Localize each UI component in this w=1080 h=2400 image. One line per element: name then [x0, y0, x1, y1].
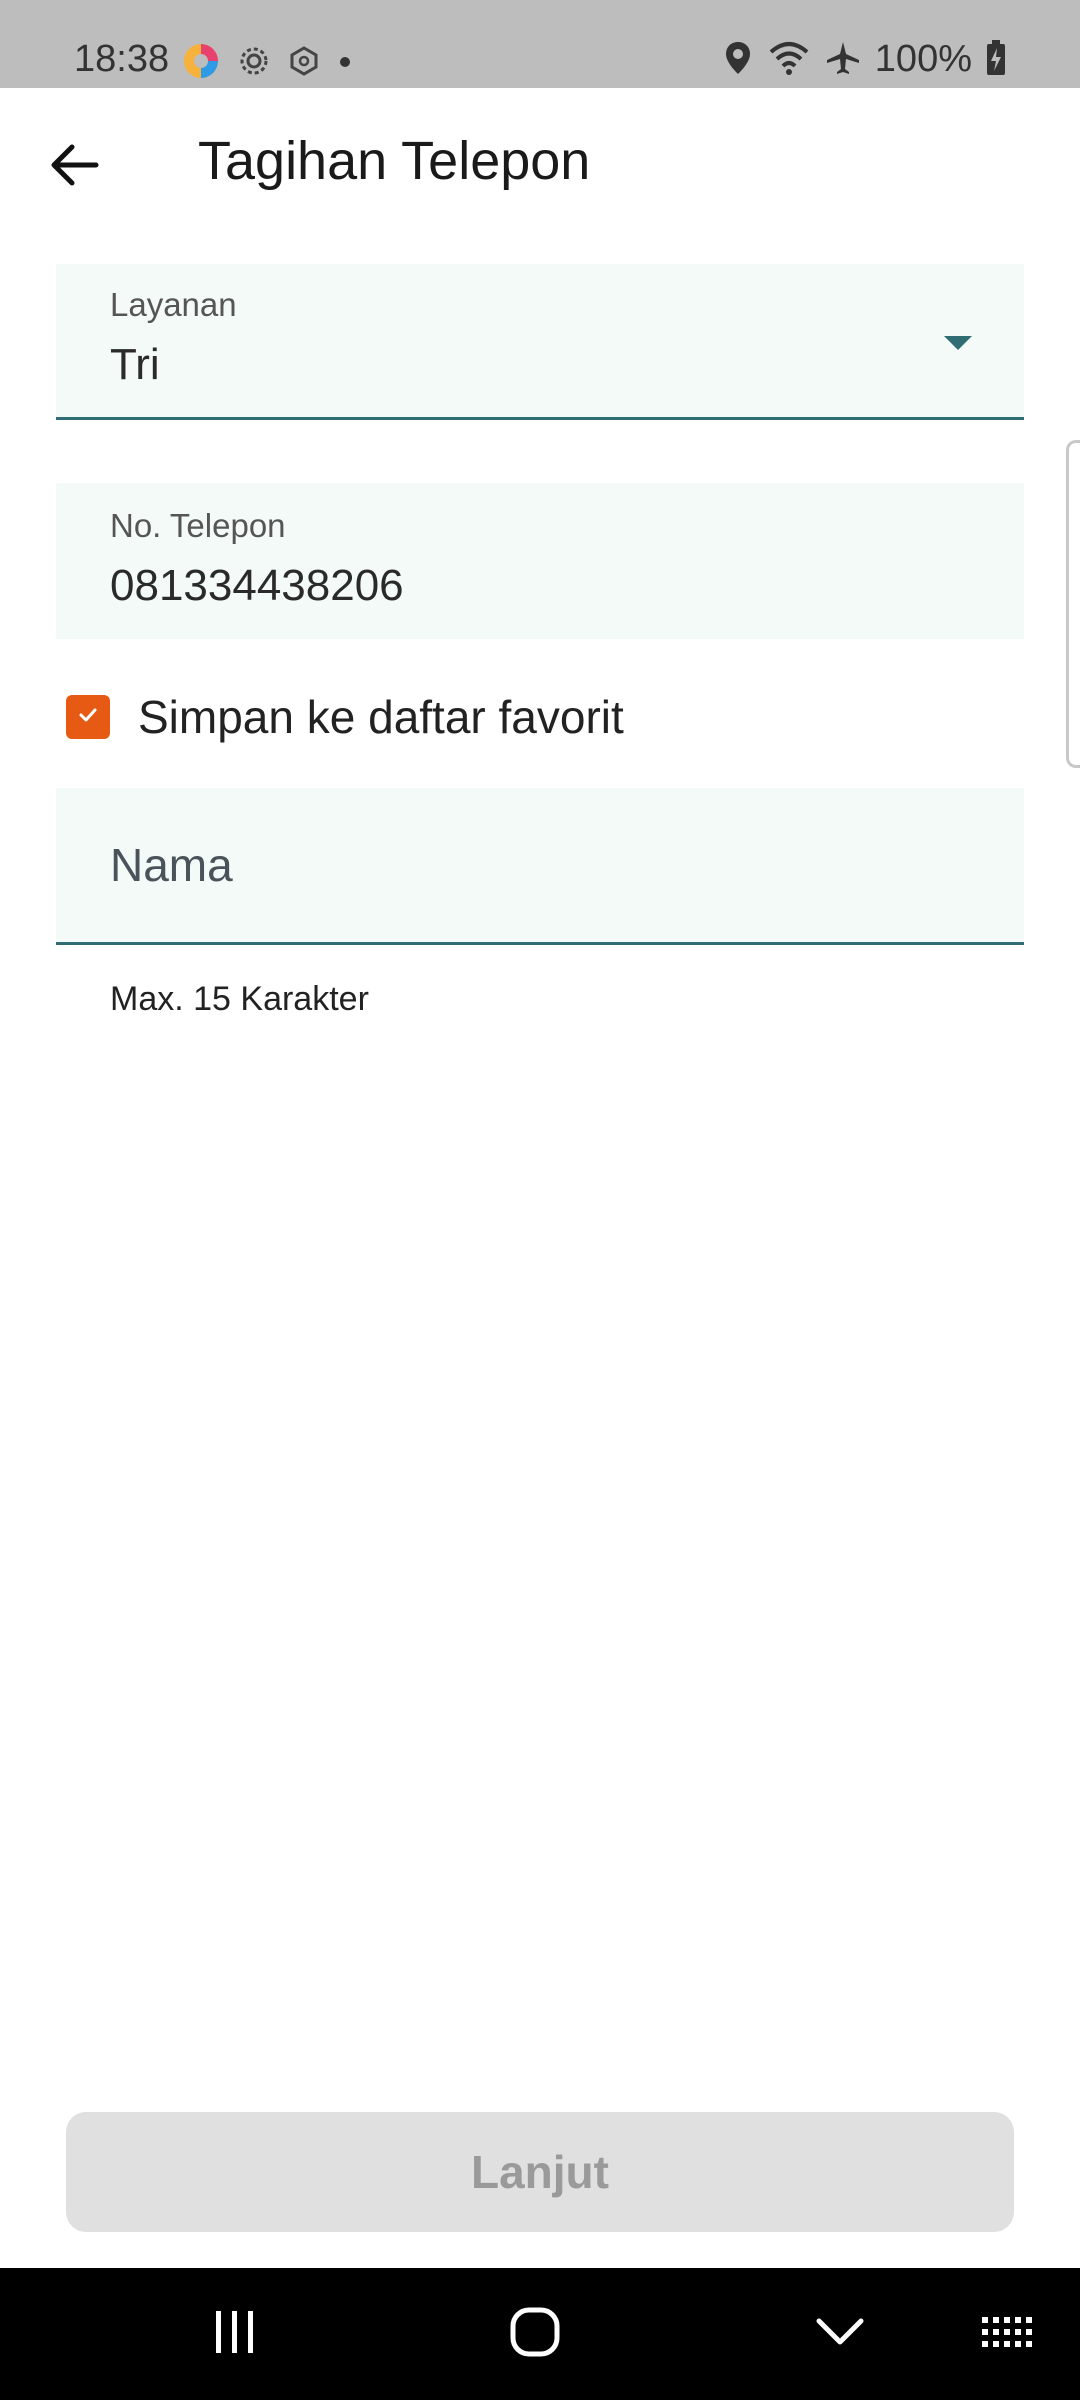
phone-label: No. Telepon: [110, 507, 286, 544]
status-time: 18:38: [74, 38, 170, 80]
arrow-left-icon: [50, 143, 100, 191]
home-icon: [509, 2306, 561, 2362]
name-placeholder: Nama: [110, 839, 233, 891]
recent-apps-icon: [210, 2309, 260, 2359]
dropdown-arrow-icon: [944, 336, 972, 350]
favorite-checkbox-row[interactable]: Simpan ke daftar favorit: [66, 690, 624, 744]
status-icons-left: [182, 42, 352, 84]
keyboard-icon: [980, 2315, 1040, 2353]
location-icon: [723, 40, 753, 80]
wifi-icon: [767, 40, 811, 80]
service-dropdown[interactable]: Layanan Tri: [56, 264, 1024, 420]
back-nav-button[interactable]: [785, 2268, 895, 2400]
back-chevron-icon: [815, 2317, 865, 2351]
app-bar: Tagihan Telepon: [0, 88, 1080, 240]
dot-icon: [338, 54, 352, 73]
recent-apps-button[interactable]: [180, 2268, 290, 2400]
checkmark-icon: [76, 703, 100, 731]
battery-charging-icon: [986, 39, 1006, 80]
favorite-checkbox[interactable]: [66, 695, 110, 739]
page-title: Tagihan Telepon: [198, 131, 591, 191]
service-label: Layanan: [110, 286, 237, 323]
name-input[interactable]: Nama: [56, 788, 1024, 945]
edge-panel-handle[interactable]: [1066, 440, 1080, 768]
keyboard-button[interactable]: [960, 2268, 1060, 2400]
status-icons-right: 100%: [723, 38, 1006, 81]
airplane-icon: [825, 40, 861, 80]
favorite-label: Simpan ke daftar favorit: [138, 691, 624, 743]
settings-gear-icon: [238, 45, 270, 81]
phone-value: 081334438206: [110, 561, 404, 610]
back-button[interactable]: [40, 132, 110, 202]
home-button[interactable]: [480, 2268, 590, 2400]
battery-level: 100%: [874, 38, 972, 80]
phone-field[interactable]: No. Telepon 081334438206: [56, 483, 1024, 639]
system-nav-bar: [0, 2268, 1080, 2400]
continue-button[interactable]: Lanjut: [66, 2112, 1014, 2232]
colorful-app-icon: [182, 42, 220, 84]
service-value: Tri: [110, 340, 160, 389]
hexagon-icon: [288, 45, 320, 81]
name-helper-text: Max. 15 Karakter: [110, 980, 369, 1018]
status-bar: 18:38 100%: [0, 0, 1080, 88]
